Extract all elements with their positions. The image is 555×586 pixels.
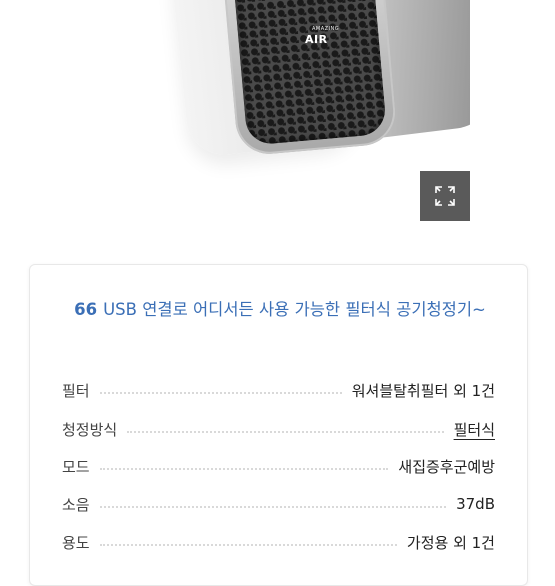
spec-row-filter: 필터 워셔블탈취필터 외 1건 [62, 377, 495, 403]
spec-value: 워셔블탈취필터 외 1건 [351, 381, 495, 400]
spec-value-link[interactable]: 필터식 [454, 419, 495, 440]
expand-icon [435, 186, 455, 206]
dot-leader [99, 544, 397, 546]
device-grille [232, 0, 388, 146]
dot-leader [127, 431, 444, 433]
spec-label: 필터 [62, 381, 90, 400]
spec-row-noise: 소음 37dB [62, 491, 495, 517]
headline: 66 USB 연결로 어디서든 사용 가능한 필터식 공기청정기~ [70, 295, 490, 325]
spec-card: 66 USB 연결로 어디서든 사용 가능한 필터식 공기청정기~ 필터 워셔블탈… [29, 264, 528, 586]
headline-text: USB 연결로 어디서든 사용 가능한 필터식 공기청정기~ [103, 300, 486, 319]
product-photo: AMAZING AIR [87, 0, 470, 220]
spec-label: 모드 [62, 457, 90, 476]
spec-row-mode: 모드 새집증후군예방 [62, 453, 495, 479]
spec-row-purification-method: 청정방식 필터식 [62, 416, 495, 442]
dot-leader [99, 506, 447, 508]
spec-label: 용도 [62, 533, 90, 552]
spec-label: 청정방식 [62, 420, 118, 439]
spec-value: 37dB [456, 495, 495, 513]
spec-value: 가정용 외 1건 [406, 533, 495, 552]
quote-mark-icon: 66 [74, 300, 98, 319]
dot-leader [99, 468, 389, 470]
expand-image-button[interactable] [420, 171, 470, 221]
dot-leader [99, 392, 342, 394]
spec-value: 새집증후군예방 [398, 457, 495, 476]
spec-row-usage: 용도 가정용 외 1건 [62, 529, 495, 555]
brand-small-text: AMAZING [312, 26, 340, 32]
spec-label: 소음 [62, 495, 90, 514]
brand-text: AIR [305, 33, 328, 46]
